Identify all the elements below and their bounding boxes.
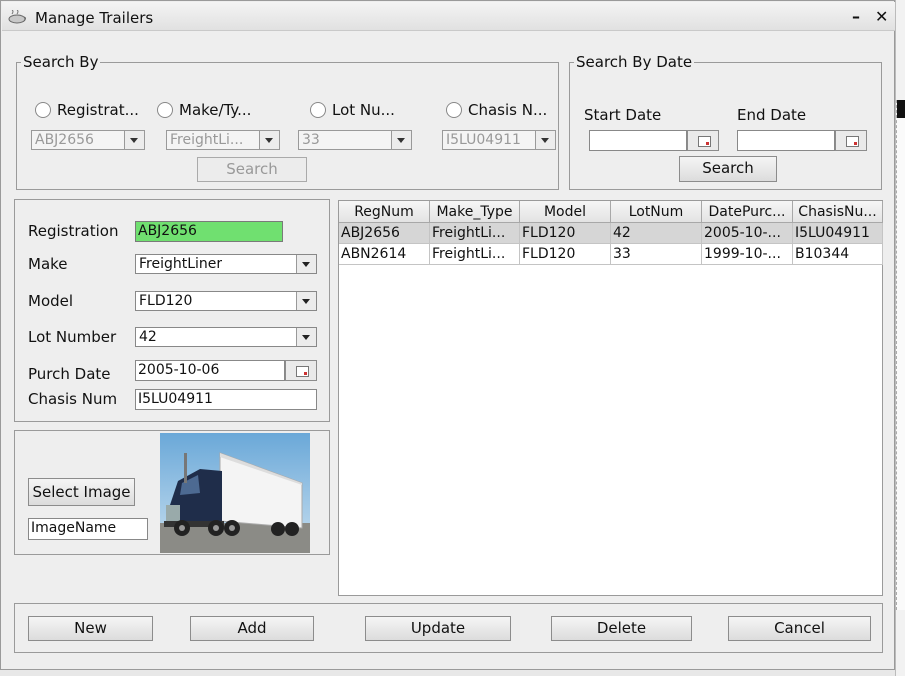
make-label: Make — [28, 255, 68, 273]
close-button[interactable]: ✕ — [875, 7, 888, 26]
column-header-regnum[interactable]: RegNum — [339, 201, 430, 223]
table-cell: 1999-10-... — [702, 244, 793, 265]
lot-search-value: 33 — [302, 132, 320, 148]
radio-make-type-label[interactable]: Make/Ty... — [179, 101, 251, 119]
end-date-label: End Date — [737, 106, 807, 124]
update-button[interactable]: Update — [365, 616, 511, 641]
make-search-value: FreightLi... — [170, 132, 244, 148]
radio-chasis-number[interactable] — [446, 102, 462, 118]
new-button[interactable]: New — [28, 616, 153, 641]
coffee-cup-icon — [8, 9, 28, 24]
radio-lot-number-label[interactable]: Lot Nu... — [332, 101, 395, 119]
radio-lot-number[interactable] — [310, 102, 326, 118]
registration-search-value: ABJ2656 — [35, 132, 94, 148]
chevron-down-icon — [259, 131, 279, 149]
column-header-lotnum[interactable]: LotNum — [611, 201, 702, 223]
radio-registration-label[interactable]: Registrat... — [57, 101, 139, 119]
delete-button[interactable]: Delete — [551, 616, 692, 641]
table-cell: FreightLi... — [430, 223, 520, 244]
background-scroll-thumb — [897, 100, 905, 118]
lot-number-value: 42 — [139, 329, 157, 345]
start-date-field[interactable] — [589, 130, 687, 151]
table-cell: 33 — [611, 244, 702, 265]
table-cell: FreightLi... — [430, 244, 520, 265]
table-cell: ABJ2656 — [339, 223, 430, 244]
chevron-down-icon — [124, 131, 144, 149]
chevron-down-icon — [296, 328, 316, 346]
start-date-label: Start Date — [584, 106, 662, 124]
column-header-date-purchased[interactable]: DatePurc... — [702, 201, 793, 223]
chevron-down-icon — [535, 131, 555, 149]
chevron-down-icon — [391, 131, 411, 149]
calendar-icon — [846, 136, 859, 147]
chasis-search-combo[interactable]: I5LU04911 — [442, 130, 556, 150]
start-date-calendar-button[interactable] — [687, 130, 719, 151]
search-by-date-button[interactable]: Search — [679, 156, 777, 182]
table-cell: 42 — [611, 223, 702, 244]
add-button[interactable]: Add — [190, 616, 314, 641]
table-cell: FLD120 — [520, 223, 611, 244]
model-combo[interactable]: FLD120 — [135, 291, 317, 311]
search-by-button[interactable]: Search — [197, 157, 307, 182]
chevron-down-icon — [296, 255, 316, 273]
column-header-chasis-number[interactable]: ChasisNu... — [793, 201, 883, 223]
select-image-button[interactable]: Select Image — [28, 478, 135, 506]
column-header-model[interactable]: Model — [520, 201, 611, 223]
table-cell: I5LU04911 — [793, 223, 883, 244]
make-combo[interactable]: FreightLiner — [135, 254, 317, 274]
manage-trailers-window: Manage Trailers – ✕ Search By Registrat.… — [0, 0, 895, 670]
purch-date-label: Purch Date — [28, 365, 111, 383]
model-label: Model — [28, 292, 74, 310]
registration-search-combo[interactable]: ABJ2656 — [31, 130, 145, 150]
background-window-edge — [895, 0, 905, 676]
column-header-make-type[interactable]: Make_Type — [430, 201, 520, 223]
radio-registration[interactable] — [35, 102, 51, 118]
purch-date-field[interactable]: 2005-10-06 — [135, 360, 285, 381]
table-cell: 2005-10-... — [702, 223, 793, 244]
trailer-photo — [160, 433, 310, 553]
model-value: FLD120 — [139, 293, 193, 309]
minimize-button[interactable]: – — [852, 7, 860, 26]
trailers-table: RegNum Make_Type Model LotNum DatePurc..… — [338, 200, 883, 596]
window-title: Manage Trailers — [35, 9, 154, 27]
radio-make-type[interactable] — [157, 102, 173, 118]
chasis-search-value: I5LU04911 — [446, 132, 521, 148]
cancel-button[interactable]: Cancel — [728, 616, 871, 641]
make-search-combo[interactable]: FreightLi... — [166, 130, 280, 150]
search-by-date-legend: Search By Date — [576, 53, 693, 71]
radio-chasis-number-label[interactable]: Chasis N... — [468, 101, 547, 119]
image-name-field[interactable]: ImageName — [28, 518, 148, 540]
lot-search-combo[interactable]: 33 — [298, 130, 412, 150]
background-scrollbar — [896, 100, 905, 610]
table-cell: B10344 — [793, 244, 883, 265]
title-bar[interactable]: Manage Trailers – ✕ — [2, 2, 895, 31]
purch-date-calendar-button[interactable] — [285, 360, 317, 381]
table-cell: ABN2614 — [339, 244, 430, 265]
chasis-num-field[interactable]: I5LU04911 — [135, 389, 317, 410]
table-cell: FLD120 — [520, 244, 611, 265]
chevron-down-icon — [296, 292, 316, 310]
end-date-field[interactable] — [737, 130, 835, 151]
end-date-calendar-button[interactable] — [835, 130, 867, 151]
lot-number-label: Lot Number — [28, 328, 117, 346]
search-by-legend: Search By — [23, 53, 99, 71]
calendar-icon — [296, 366, 309, 377]
registration-field[interactable]: ABJ2656 — [135, 221, 283, 242]
lot-number-combo[interactable]: 42 — [135, 327, 317, 347]
calendar-icon — [698, 136, 711, 147]
registration-label: Registration — [28, 222, 119, 240]
chasis-num-label: Chasis Num — [28, 390, 118, 408]
make-value: FreightLiner — [139, 256, 223, 272]
